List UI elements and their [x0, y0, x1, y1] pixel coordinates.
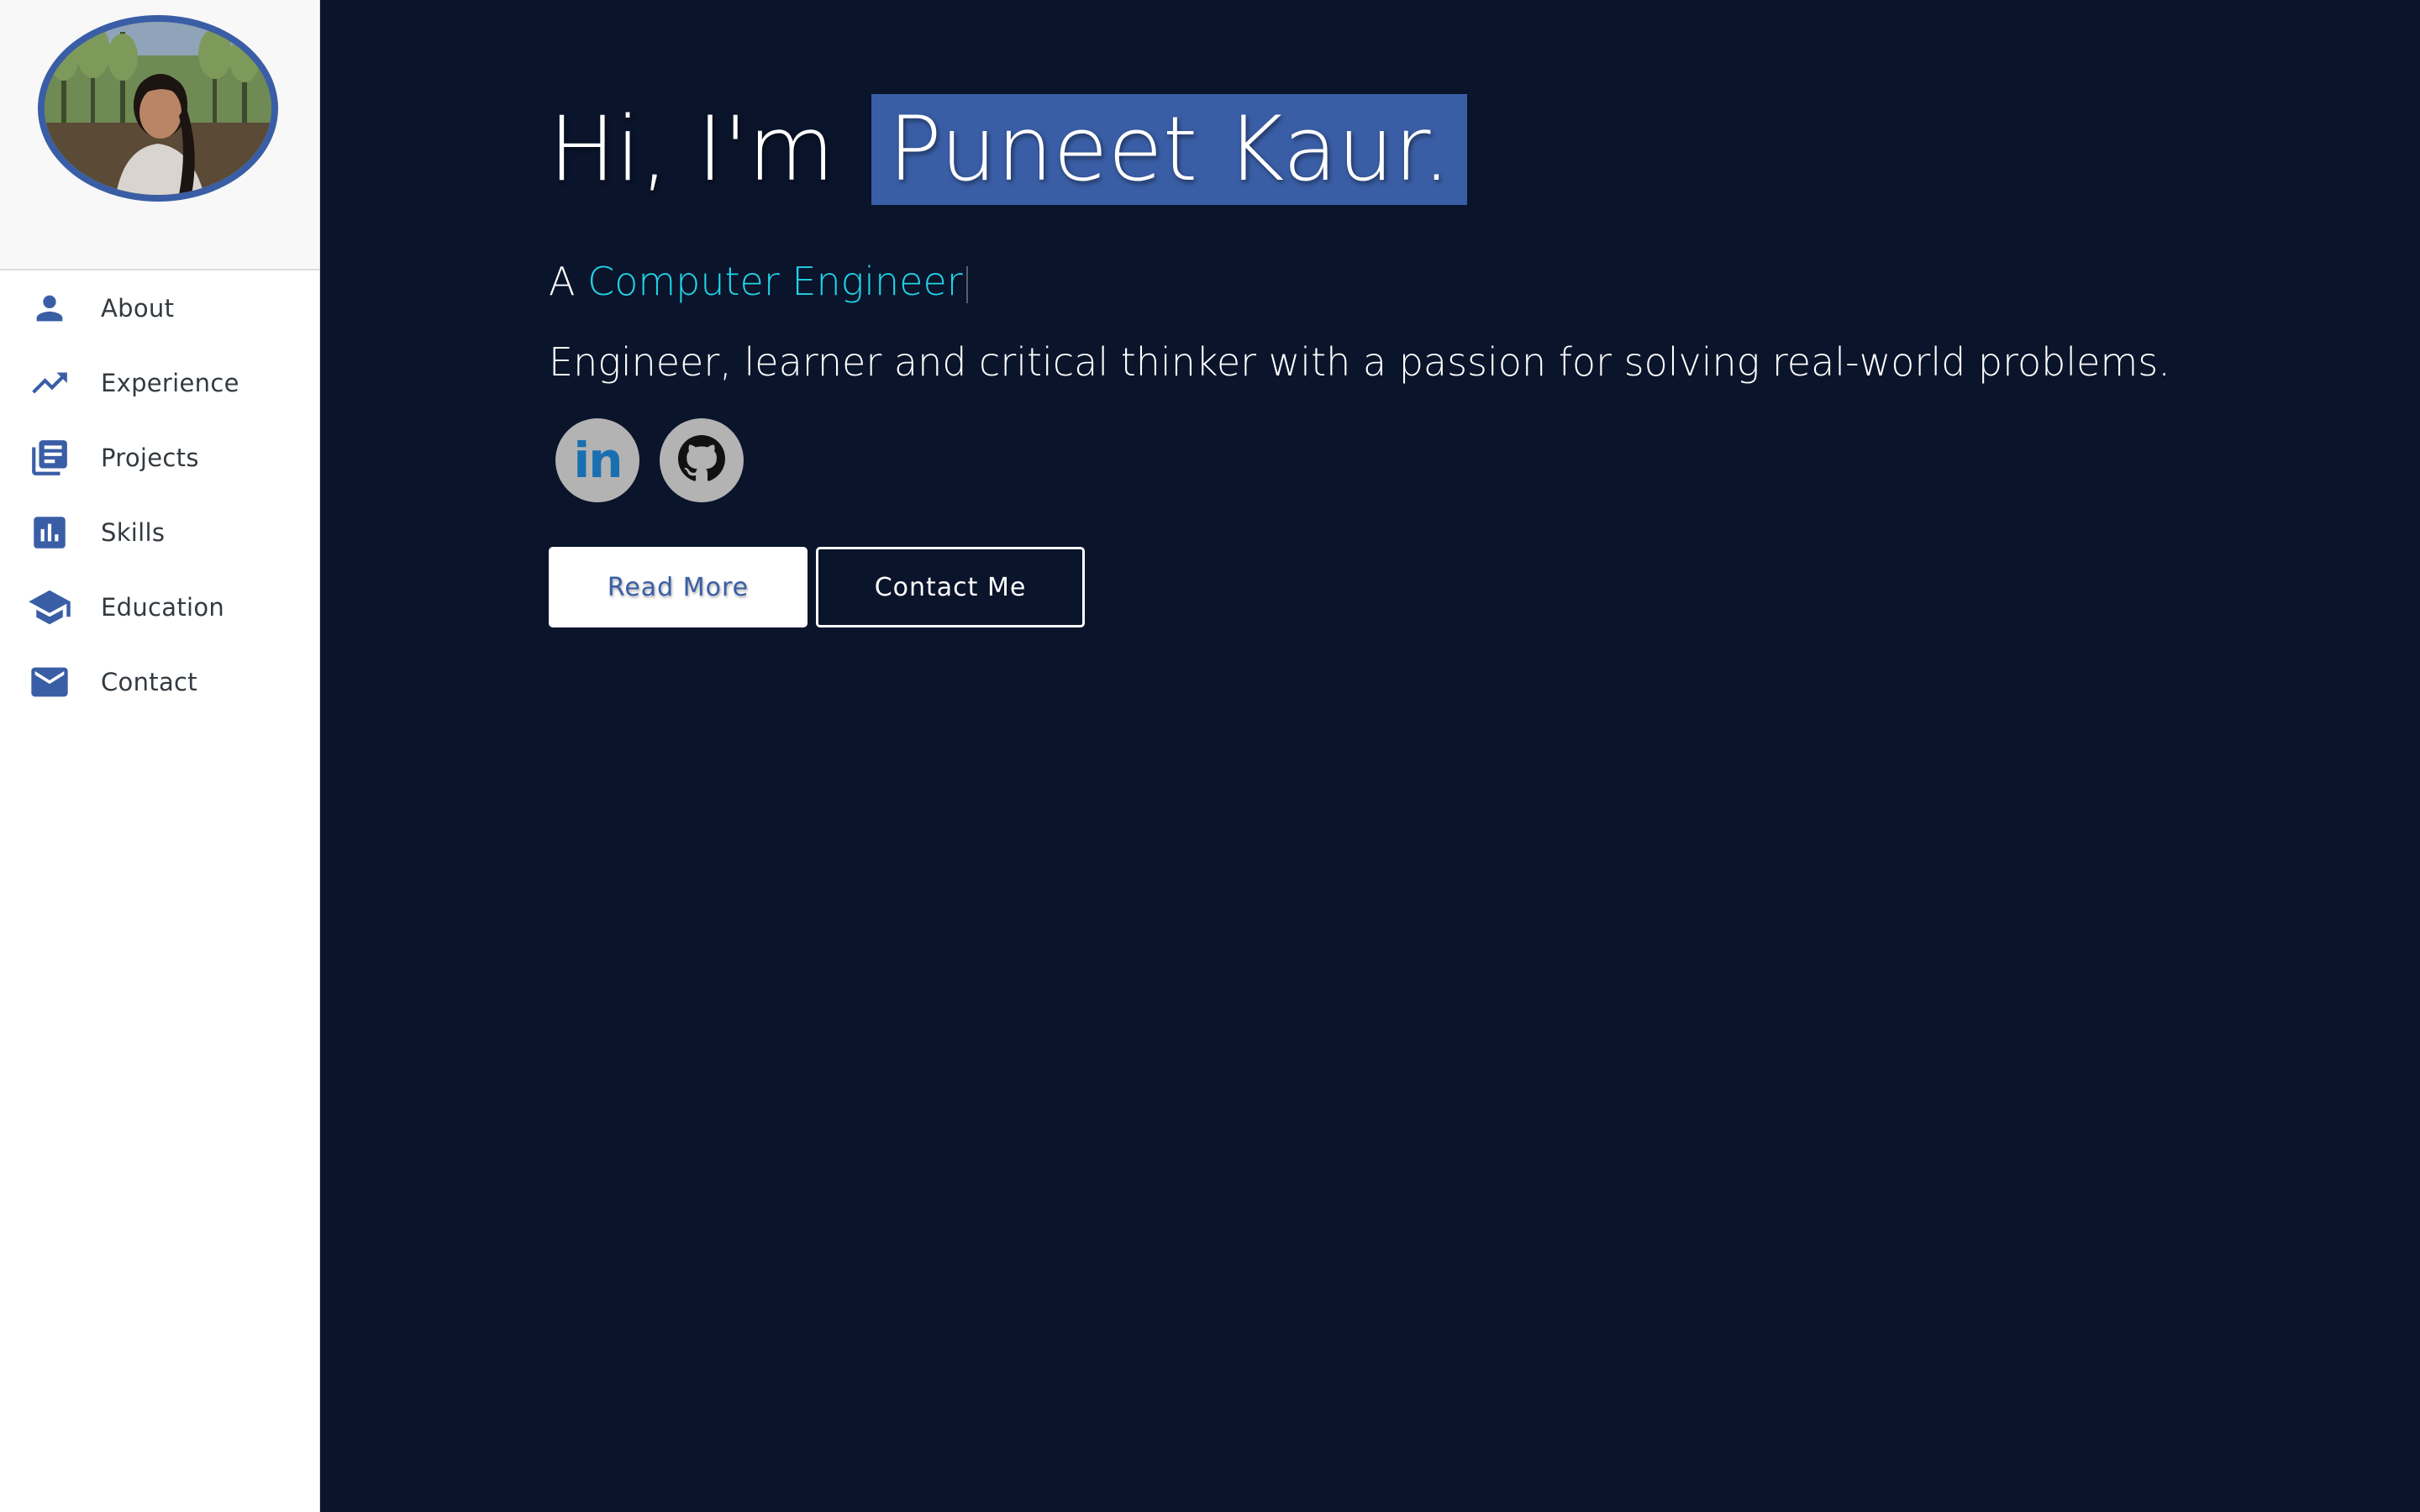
sidebar-nav: About Experience Projects Skills Educati… — [0, 270, 319, 719]
sidebar-item-contact[interactable]: Contact — [0, 644, 319, 719]
tagline-prefix: A — [549, 259, 576, 304]
hero-section: Hi, I'm Puneet Kaur. A Computer Engineer… — [320, 0, 2420, 1512]
github-icon — [678, 435, 725, 486]
read-more-button[interactable]: Read More — [549, 547, 808, 627]
trending-up-icon — [27, 360, 72, 406]
portfolio-app: About Experience Projects Skills Educati… — [0, 0, 2420, 1512]
sidebar-item-label: About — [101, 293, 175, 323]
linkedin-link[interactable]: in — [555, 418, 639, 502]
sidebar-item-education[interactable]: Education — [0, 570, 319, 644]
hero-tagline: A Computer Engineer — [549, 259, 968, 304]
sidebar-item-label: Skills — [101, 517, 166, 547]
bar-chart-icon — [27, 510, 72, 555]
social-links: in — [555, 418, 744, 502]
hero-bio: Engineer, learner and critical thinker w… — [549, 339, 2170, 385]
hero-heading: Hi, I'm Puneet Kaur. — [549, 94, 1468, 205]
typing-cursor — [965, 265, 968, 303]
github-link[interactable] — [660, 418, 744, 502]
mail-icon — [27, 659, 72, 705]
typed-role: Computer Engineer — [587, 259, 963, 304]
school-icon — [27, 585, 72, 630]
person-icon — [27, 286, 72, 331]
hero-greeting: Hi, I'm — [549, 97, 835, 201]
sidebar-item-label: Contact — [101, 667, 197, 696]
sidebar-item-label: Projects — [101, 443, 199, 472]
sidebar-item-experience[interactable]: Experience — [0, 345, 319, 420]
hero-actions: Read More Contact Me — [549, 547, 1085, 627]
profile-header — [0, 0, 319, 270]
sidebar-item-about[interactable]: About — [0, 270, 319, 345]
avatar-photo — [45, 22, 271, 195]
linkedin-icon: in — [573, 432, 623, 489]
library-books-icon — [27, 435, 72, 480]
sidebar-item-projects[interactable]: Projects — [0, 420, 319, 495]
sidebar-item-label: Education — [101, 592, 225, 622]
avatar[interactable] — [38, 15, 278, 202]
hero-name: Puneet Kaur. — [871, 94, 1468, 205]
contact-me-button[interactable]: Contact Me — [816, 547, 1085, 627]
sidebar: About Experience Projects Skills Educati… — [0, 0, 320, 1512]
sidebar-item-label: Experience — [101, 368, 239, 397]
sidebar-item-skills[interactable]: Skills — [0, 495, 319, 570]
